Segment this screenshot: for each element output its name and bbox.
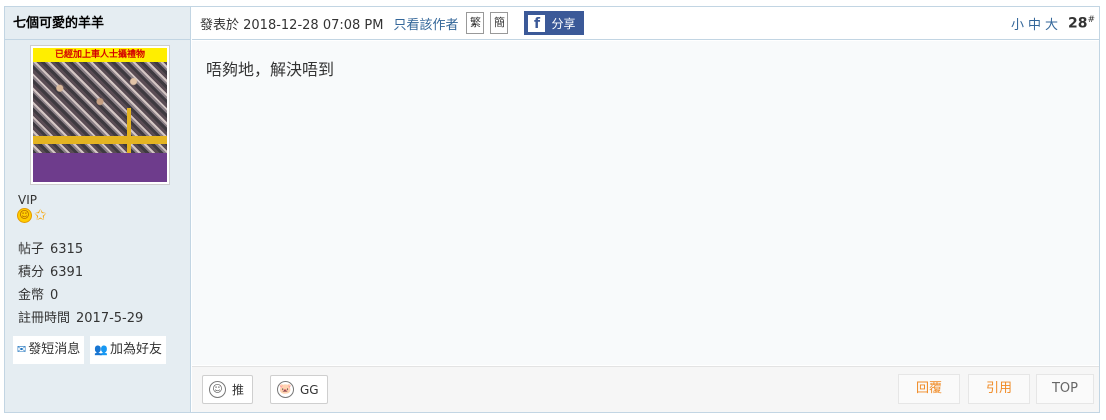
stat-value: 6315	[50, 242, 84, 257]
user-stats: 帖子 6315 積分 6391 金幣 0 註冊時間 2017-5-29	[18, 238, 143, 330]
facebook-icon: f	[528, 14, 546, 32]
star-icon: ✩	[34, 206, 47, 224]
pig-face-icon: 🐷	[277, 381, 294, 398]
stat-registered: 註冊時間 2017-5-29	[18, 307, 143, 330]
send-message-button[interactable]: ✉ 發短消息	[13, 336, 85, 364]
stat-posts[interactable]: 帖子 6315	[18, 238, 143, 261]
post-message: 唔夠地，解決唔到	[206, 60, 335, 79]
happy-face-icon: ☺	[209, 381, 226, 398]
stat-value: 0	[50, 288, 59, 303]
author-sidebar: 七個可愛的羊羊 已經加上車人士攝禮物 VIP ☺ ✩ 帖子 6315 積分 6391…	[5, 7, 191, 412]
post-timestamp: 發表於 2018-12-28 07:08 PM	[200, 17, 384, 33]
share-label: 分享	[551, 16, 576, 31]
stat-label: 積分	[18, 265, 45, 280]
stat-label: 帖子	[18, 242, 45, 257]
stat-value: 6391	[50, 265, 84, 280]
friends-icon: 👥	[94, 343, 108, 356]
font-size-switcher[interactable]: 小中大	[1011, 14, 1062, 33]
avatar-rail	[33, 136, 167, 144]
user-group[interactable]: VIP	[18, 193, 37, 207]
mail-icon: ✉	[17, 343, 27, 356]
stat-value: 2017-5-29	[76, 311, 144, 326]
author-actions: ✉ 發短消息 👥 加為好友	[13, 336, 166, 364]
user-badges: ☺ ✩	[17, 208, 47, 223]
stat-label: 金幣	[18, 288, 45, 303]
quote-button[interactable]: 引用	[968, 374, 1030, 404]
add-friend-button[interactable]: 👥 加為好友	[90, 336, 166, 364]
gg-label: GG	[300, 382, 319, 397]
add-friend-label: 加為好友	[109, 342, 162, 357]
reply-button[interactable]: 回覆	[898, 374, 960, 404]
meta-right: 小中大 28#	[1011, 7, 1095, 40]
smile-icon: ☺	[17, 208, 32, 223]
recommend-label: 推	[232, 383, 245, 397]
stat-coins: 金幣 0	[18, 284, 143, 307]
stat-points: 積分 6391	[18, 261, 143, 284]
simplified-chinese-button[interactable]: 簡	[490, 12, 509, 34]
traditional-chinese-button[interactable]: 繁	[466, 12, 485, 34]
post-meta-bar: 發表於 2018-12-28 07:08 PM 只看該作者 繁 簡 f 分享 小…	[192, 7, 1099, 40]
floor-number[interactable]: 28#	[1068, 15, 1095, 32]
post-content: 唔夠地，解決唔到	[192, 41, 1099, 365]
avatar-frame[interactable]: 已經加上車人士攝禮物	[30, 45, 170, 185]
avatar[interactable]: 已經加上車人士攝禮物	[33, 48, 167, 182]
post-footer: ☺ 推 🐷 GG 回覆 引用 TOP	[192, 366, 1099, 412]
only-author-link[interactable]: 只看該作者	[393, 14, 458, 33]
forum-post: 七個可愛的羊羊 已經加上車人士攝禮物 VIP ☺ ✩ 帖子 6315 積分 6391…	[4, 6, 1100, 413]
facebook-share-button[interactable]: f 分享	[524, 11, 584, 35]
floor-value: 28	[1067, 15, 1088, 32]
top-button[interactable]: TOP	[1036, 374, 1094, 404]
floor-mark: #	[1087, 15, 1095, 26]
gg-button[interactable]: 🐷 GG	[270, 375, 328, 404]
avatar-panel	[33, 153, 167, 182]
recommend-button[interactable]: ☺ 推	[202, 375, 254, 404]
stat-label: 註冊時間	[18, 311, 71, 326]
avatar-banner-text: 已經加上車人士攝禮物	[33, 48, 167, 62]
send-message-label: 發短消息	[28, 342, 81, 357]
author-name[interactable]: 七個可愛的羊羊	[5, 7, 190, 40]
